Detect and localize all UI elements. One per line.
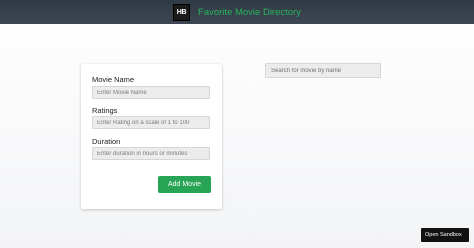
top-bar: HB Favorite Movie Directory — [0, 0, 474, 24]
search-input[interactable] — [265, 63, 381, 78]
open-sandbox-button[interactable]: Open Sandbox — [421, 228, 469, 242]
brand: HB Favorite Movie Directory — [173, 3, 301, 21]
ratings-label: Ratings — [92, 106, 118, 115]
ratings-input[interactable] — [92, 116, 210, 129]
movie-name-label: Movie Name — [92, 75, 135, 84]
hackerbank-logo: HB — [173, 3, 191, 21]
duration-input[interactable] — [92, 147, 210, 160]
add-movie-button[interactable]: Add Movie — [158, 176, 211, 193]
movie-name-input[interactable] — [92, 86, 210, 99]
duration-label: Duration — [92, 137, 121, 146]
add-movie-form: Movie Name Ratings Duration Add Movie — [81, 64, 222, 209]
app-title: Favorite Movie Directory — [198, 6, 301, 18]
